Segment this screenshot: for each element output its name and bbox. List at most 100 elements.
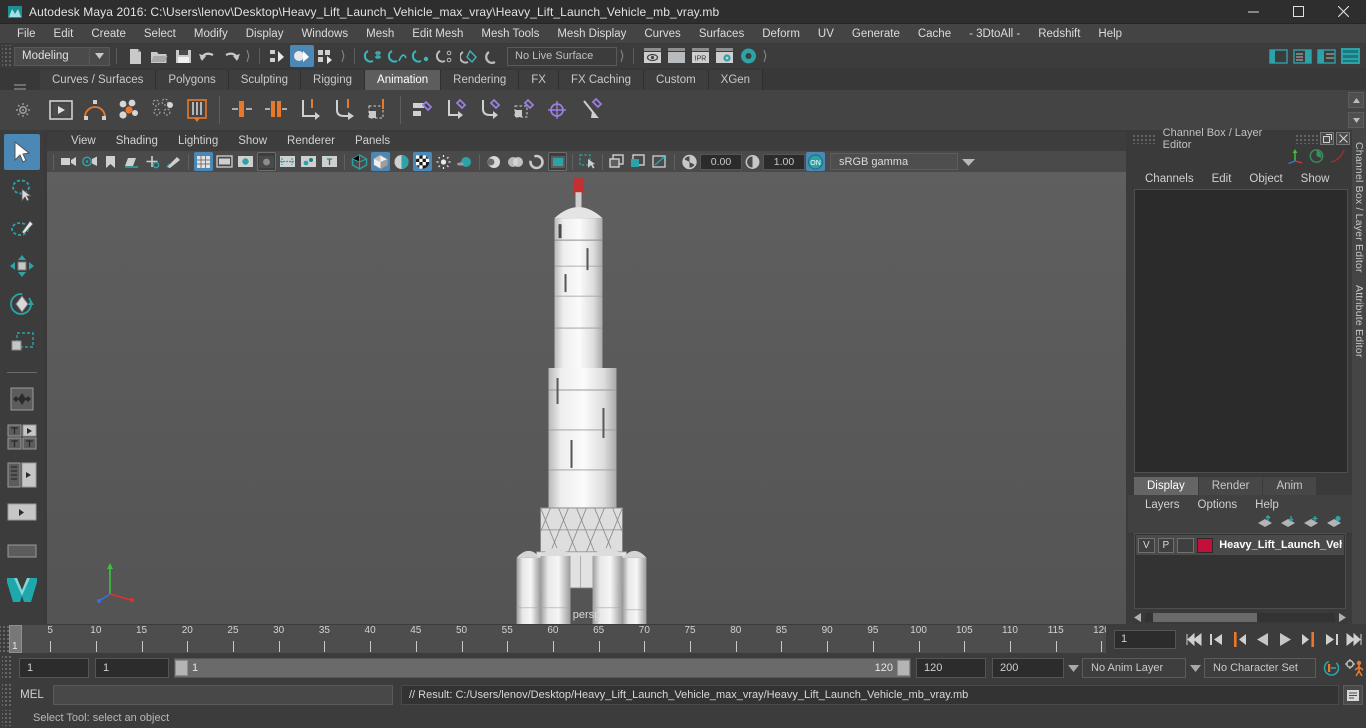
toolbar-break[interactable]: ⟩ xyxy=(243,48,253,64)
menu-set-selector[interactable]: Modeling xyxy=(14,46,110,66)
menu-3dtoall[interactable]: - 3DtoAll - xyxy=(960,24,1029,44)
layer-list-horizontal-scrollbar[interactable] xyxy=(1134,611,1346,624)
viewport-3d-canvas[interactable]: persp xyxy=(47,172,1126,624)
redo-icon[interactable] xyxy=(219,45,243,67)
menu-mesh[interactable]: Mesh xyxy=(357,24,403,44)
script-editor-button[interactable] xyxy=(1343,685,1363,705)
current-frame-field[interactable]: 1 xyxy=(1114,629,1176,649)
toolbar-break[interactable]: ⟩ xyxy=(617,48,627,64)
shelf-tab-rendering[interactable]: Rendering xyxy=(441,70,520,90)
film-origin-icon[interactable] xyxy=(278,152,297,171)
go-to-end-button[interactable] xyxy=(1343,627,1366,651)
menu-cache[interactable]: Cache xyxy=(909,24,960,44)
menu-display[interactable]: Display xyxy=(237,24,293,44)
snap-to-grid-icon[interactable] xyxy=(361,45,385,67)
select-camera-icon[interactable] xyxy=(59,152,78,171)
snap-to-active-object-icon[interactable] xyxy=(481,45,505,67)
point-constraint-icon[interactable] xyxy=(440,93,474,127)
display-layer-icon[interactable] xyxy=(650,152,669,171)
select-by-hierarchy-icon[interactable] xyxy=(266,45,290,67)
depth-of-field-icon[interactable] xyxy=(527,152,546,171)
shelf-scroll-buttons[interactable] xyxy=(1348,92,1364,128)
channel-box-menu-show[interactable]: Show xyxy=(1292,173,1339,185)
color-management-toggle-icon[interactable]: ON xyxy=(806,152,825,171)
menu-select[interactable]: Select xyxy=(135,24,185,44)
menu-windows[interactable]: Windows xyxy=(292,24,357,44)
multisample-icon[interactable] xyxy=(506,152,525,171)
auto-keyframe-button[interactable] xyxy=(1320,656,1343,680)
menu-surfaces[interactable]: Surfaces xyxy=(690,24,753,44)
animation-preferences-button[interactable] xyxy=(1343,656,1366,680)
layer-playback-toggle[interactable]: P xyxy=(1157,537,1175,553)
select-tool-button[interactable] xyxy=(4,134,40,170)
motion-blur-icon[interactable] xyxy=(485,152,504,171)
move-layer-down-icon[interactable] xyxy=(1280,515,1296,533)
move-tool-button[interactable] xyxy=(4,248,40,284)
sidebar-toggle-icon[interactable] xyxy=(1266,45,1290,67)
layer-row[interactable]: V P Heavy_Lift_Launch_Veh xyxy=(1136,535,1344,555)
2d-pan-zoom-icon[interactable] xyxy=(143,152,162,171)
single-perspective-layout-button[interactable] xyxy=(4,533,40,569)
menu-edit-mesh[interactable]: Edit Mesh xyxy=(403,24,472,44)
gamma-field[interactable]: 1.00 xyxy=(763,153,805,170)
snap-to-curve-icon[interactable] xyxy=(385,45,409,67)
layer-shading-toggle[interactable] xyxy=(1177,537,1194,553)
scrollbar-track[interactable] xyxy=(1145,613,1335,622)
minimize-button[interactable] xyxy=(1231,0,1276,24)
select-by-object-icon[interactable] xyxy=(290,45,314,67)
range-bar[interactable]: 1 120 xyxy=(174,658,911,678)
time-slider-track[interactable]: 1 5 10 15 20 25 30 35 40 45 50 55 60 65 70 75 80 85 90 95 1… xyxy=(9,625,1106,653)
paint-select-tool-button[interactable] xyxy=(4,210,40,246)
shelf-tab-sculpting[interactable]: Sculpting xyxy=(228,70,302,90)
layer-editor-tab-display[interactable]: Display xyxy=(1134,477,1198,495)
grease-pencil-icon[interactable] xyxy=(164,152,183,171)
color-management-chevron-down-icon[interactable] xyxy=(959,152,978,171)
color-management-field[interactable]: sRGB gamma xyxy=(830,153,958,170)
new-layer-from-selected-icon[interactable] xyxy=(1326,515,1342,533)
toolbar-break[interactable]: ⟩ xyxy=(338,48,348,64)
gear-icon[interactable] xyxy=(16,103,30,117)
image-plane-icon[interactable] xyxy=(122,152,141,171)
pole-vector-constraint-icon[interactable] xyxy=(576,93,610,127)
render-sequence-icon[interactable] xyxy=(664,45,688,67)
save-scene-icon[interactable] xyxy=(171,45,195,67)
go-to-start-button[interactable] xyxy=(1182,627,1205,651)
shelf-tab-fx[interactable]: FX xyxy=(519,70,559,90)
viewport-menu-panels[interactable]: Panels xyxy=(345,132,400,151)
menu-deform[interactable]: Deform xyxy=(753,24,809,44)
menu-generate[interactable]: Generate xyxy=(843,24,909,44)
four-view-layout-button[interactable] xyxy=(4,419,40,455)
new-scene-icon[interactable] xyxy=(123,45,147,67)
resolution-gate-icon[interactable] xyxy=(236,152,255,171)
maximize-button[interactable] xyxy=(1276,0,1321,24)
lasso-select-tool-button[interactable] xyxy=(4,172,40,208)
render-view-icon[interactable] xyxy=(640,45,664,67)
shelf-scroll-down-button[interactable] xyxy=(1348,112,1364,128)
shelf-tab-polygons[interactable]: Polygons xyxy=(156,70,229,90)
scrollbar-thumb[interactable] xyxy=(1152,613,1258,622)
textured-icon[interactable]: T xyxy=(320,152,339,171)
transform-gizmo-icon[interactable] xyxy=(1287,148,1304,169)
camera-attributes-icon[interactable] xyxy=(80,152,99,171)
rotate-tool-button[interactable] xyxy=(4,286,40,322)
shadows-icon[interactable] xyxy=(434,152,453,171)
ambient-occlusion-icon[interactable] xyxy=(455,152,474,171)
layer-visibility-toggle[interactable]: V xyxy=(1138,537,1155,553)
layer-editor-menu-help[interactable]: Help xyxy=(1246,499,1288,511)
use-all-lights-icon[interactable] xyxy=(413,152,432,171)
channel-box-icon[interactable] xyxy=(1338,45,1362,67)
scale-tool-button[interactable] xyxy=(4,324,40,360)
curve-icon[interactable] xyxy=(1329,148,1346,169)
menu-redshift[interactable]: Redshift xyxy=(1029,24,1089,44)
new-layer-icon[interactable] xyxy=(1303,515,1319,533)
panel-grip-right[interactable] xyxy=(1295,133,1320,144)
shelf-tab-fx-caching[interactable]: FX Caching xyxy=(558,70,645,90)
animation-start-field[interactable]: 1 xyxy=(19,658,89,678)
command-line-grip[interactable] xyxy=(2,684,11,706)
parent-constraint-icon[interactable] xyxy=(406,93,440,127)
play-backwards-button[interactable] xyxy=(1251,627,1274,651)
render-settings-icon[interactable] xyxy=(712,45,736,67)
hypershade-icon[interactable] xyxy=(736,45,760,67)
range-slider-grip[interactable] xyxy=(2,656,11,680)
layer-color-swatch[interactable] xyxy=(1196,537,1214,553)
